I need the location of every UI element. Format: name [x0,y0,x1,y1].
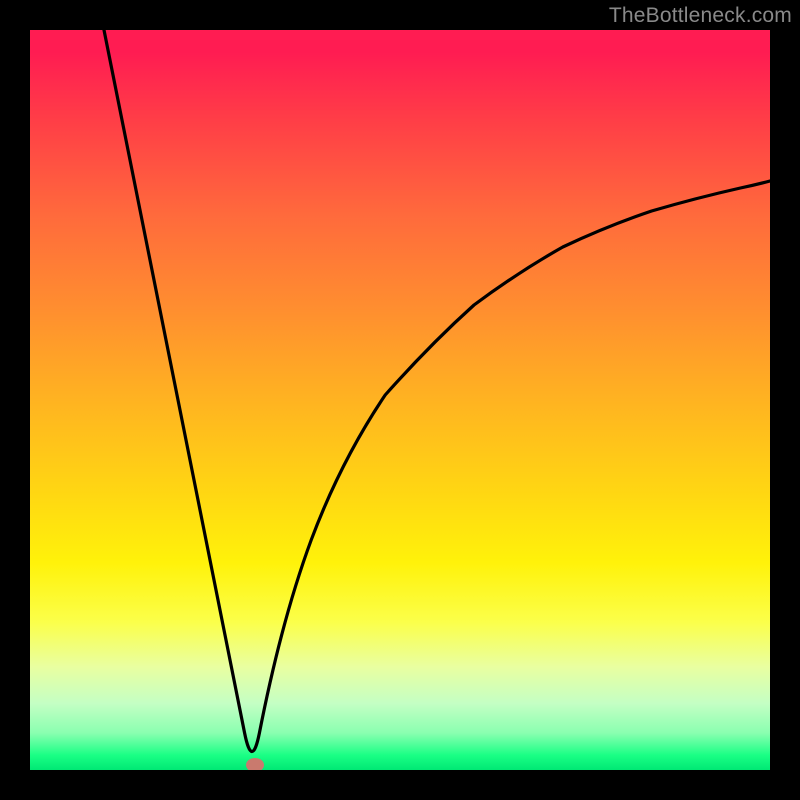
chart-svg [30,30,770,770]
bottleneck-curve [104,30,770,752]
plot-area [30,30,770,770]
bottleneck-marker [246,758,264,770]
watermark-text: TheBottleneck.com [609,4,792,28]
chart-frame: TheBottleneck.com [0,0,800,800]
